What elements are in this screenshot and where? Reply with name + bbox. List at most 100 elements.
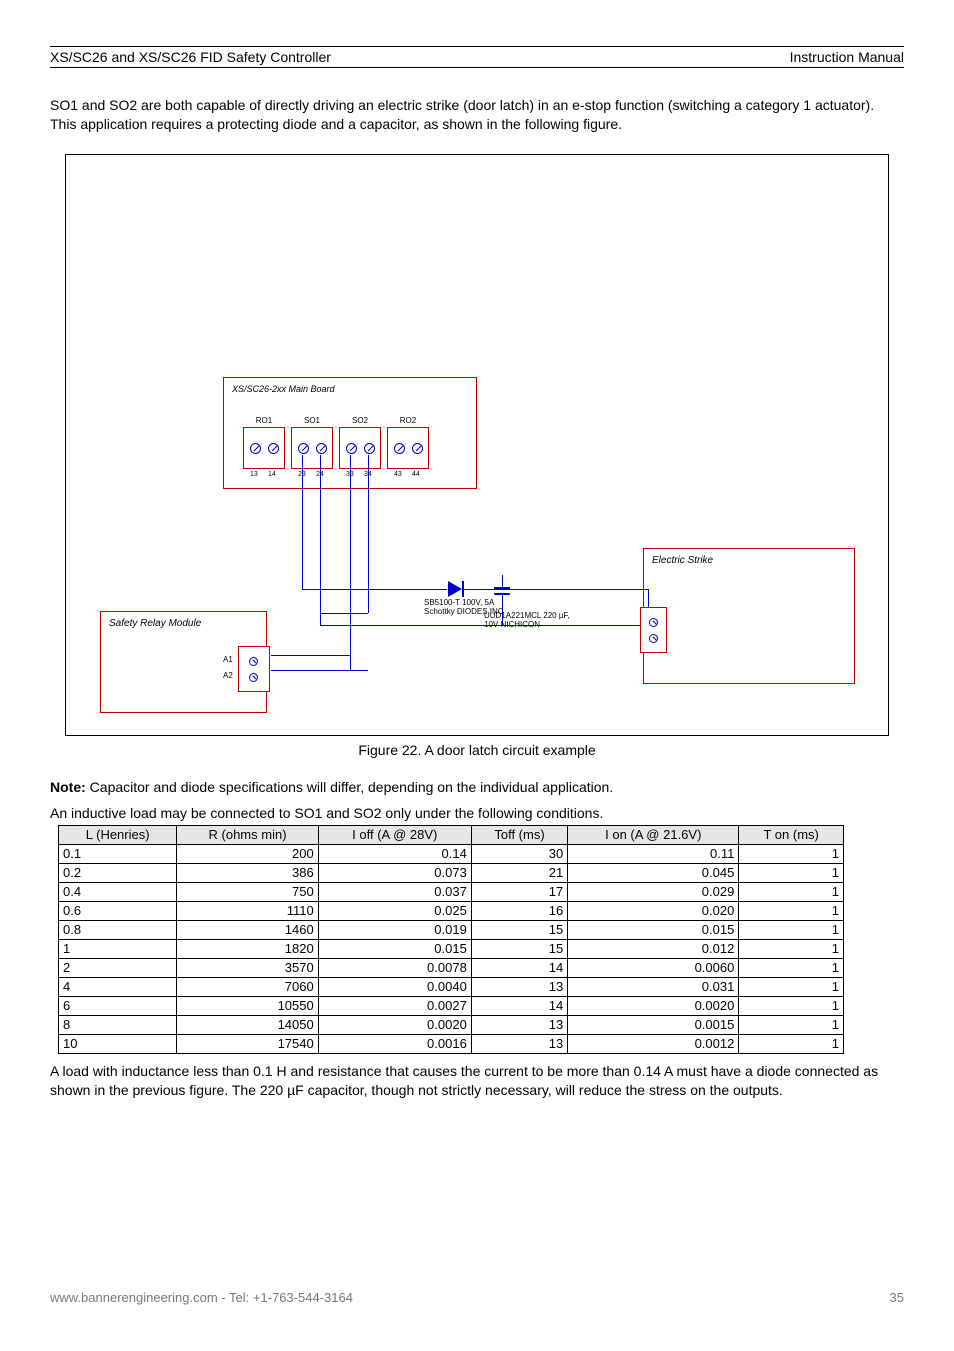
td: 200 [177,844,318,863]
td: 1 [739,958,844,977]
connector-so2: SO2 33 34 [339,427,381,469]
td: 21 [471,863,567,882]
figure-door-latch: XS/SC26-2xx Main Board RO1 13 14 SO1 23 … [65,154,889,736]
td: 0.1 [59,844,177,863]
td: 1110 [177,901,318,920]
wire [320,455,321,625]
table-row: 235700.0078140.00601 [59,958,844,977]
table-row: 0.814600.019150.0151 [59,920,844,939]
td: 8 [59,1015,177,1034]
connector-ro1: RO1 13 14 [243,427,285,469]
td: 1820 [177,939,318,958]
td: 0.045 [568,863,739,882]
td: 6 [59,996,177,1015]
td: 1 [59,939,177,958]
th: L (Henries) [59,825,177,844]
td: 14 [471,958,567,977]
td: 15 [471,920,567,939]
td: 0.0020 [318,1015,471,1034]
table-row: 8140500.0020130.00151 [59,1015,844,1034]
pinlabel: 43 [394,471,402,478]
relay-connector: A1 A2 [238,646,270,692]
td: 14 [471,996,567,1015]
td: 0.0012 [568,1034,739,1053]
relay-title: Safety Relay Module [109,618,201,629]
td: 1 [739,920,844,939]
wire [350,655,351,670]
td: 1460 [177,920,318,939]
td: 10550 [177,996,318,1015]
strike-pin-1 [649,618,658,627]
td: 0.020 [568,901,739,920]
relay-pin-a2 [249,673,258,682]
pinlabel: 13 [250,471,258,478]
td: 0.11 [568,844,739,863]
th: I on (A @ 21.6V) [568,825,739,844]
td: 0.0020 [568,996,739,1015]
wire [302,455,303,589]
td: 1 [739,844,844,863]
td: 15 [471,939,567,958]
td: 0.0078 [318,958,471,977]
pin [394,443,405,454]
td: 16 [471,901,567,920]
td: 0.4 [59,882,177,901]
mainboard-label: XS/SC26-2xx Main Board [232,384,335,394]
td: 1 [739,1034,844,1053]
wire [350,455,351,670]
td: 0.019 [318,920,471,939]
td: 2 [59,958,177,977]
pin-33 [346,443,357,454]
pinlabel: A2 [223,671,233,680]
table-row: 118200.015150.0121 [59,939,844,958]
td: 0.2 [59,863,177,882]
pinlabel: 14 [268,471,276,478]
wire [271,670,368,671]
relay-box: Safety Relay Module A1 A2 [100,611,267,713]
td: 0.8 [59,920,177,939]
note-text: Note: Capacitor and diode specifications… [50,778,904,797]
table-row: 10175400.0016130.00121 [59,1034,844,1053]
pin-34 [364,443,375,454]
td: 1 [739,996,844,1015]
td: 10 [59,1034,177,1053]
strike-box: Electric Strike [643,548,855,684]
td: 1 [739,863,844,882]
header-left: XS/SC26 and XS/SC26 FID Safety Controlle… [50,49,331,65]
wire [320,613,368,614]
page-footer: www.bannerengineering.com - Tel: +1-763-… [50,1290,904,1305]
th: R (ohms min) [177,825,318,844]
table-row: 0.47500.037170.0291 [59,882,844,901]
td: 13 [471,1034,567,1053]
td: 0.0060 [568,958,739,977]
pinlabel: 44 [412,471,420,478]
pin [268,443,279,454]
td: 0.015 [568,920,739,939]
strike-pin-2 [649,634,658,643]
td: 1 [739,977,844,996]
th: T on (ms) [739,825,844,844]
ro2-label: RO2 [388,416,428,425]
pin [250,443,261,454]
td: 0.015 [318,939,471,958]
td: 1 [739,1015,844,1034]
note-body: Capacitor and diode specifications will … [90,779,614,795]
connector-ro2: RO2 43 44 [387,427,429,469]
relay-pin-a1 [249,657,258,666]
pin [412,443,423,454]
td: 0.037 [318,882,471,901]
td: 0.0016 [318,1034,471,1053]
so2-label: SO2 [340,416,380,425]
td: 13 [471,977,567,996]
figure-caption: Figure 22. A door latch circuit example [50,742,904,758]
td: 0.0040 [318,977,471,996]
strike-connector [640,607,667,653]
td: 0.025 [318,901,471,920]
td: 1 [739,901,844,920]
td: 1 [739,939,844,958]
table-intro: An inductive load may be connected to SO… [50,805,904,821]
footer-left: www.bannerengineering.com - Tel: +1-763-… [50,1290,353,1305]
table-row: 0.12000.14300.111 [59,844,844,863]
table-row: 0.23860.073210.0451 [59,863,844,882]
td: 3570 [177,958,318,977]
